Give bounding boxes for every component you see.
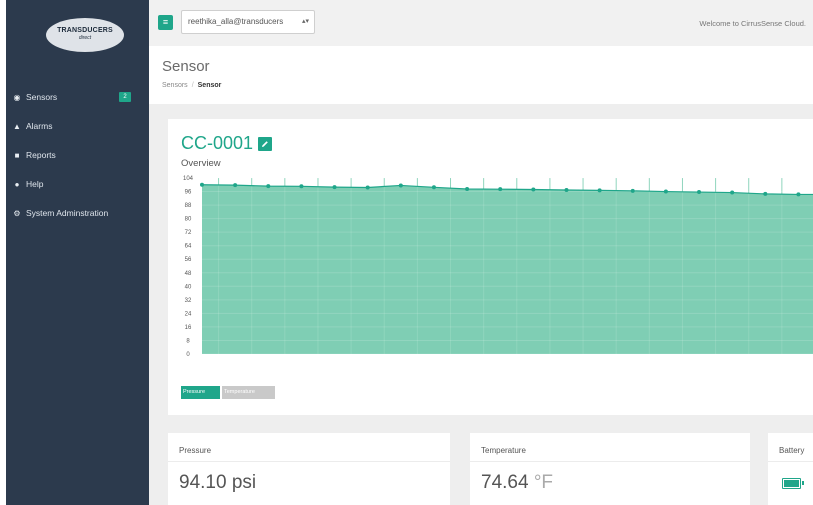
breadcrumb-current: Sensor: [197, 82, 222, 89]
temperature-unit: °F: [533, 472, 554, 493]
sensor-id-heading: CC-0001: [181, 133, 254, 153]
pressure-point: [299, 184, 304, 189]
sensors-count-badge: 2: [119, 92, 131, 102]
sidebar-item-sensors[interactable]: ◉ Sensors 2: [12, 88, 145, 106]
temperature-card: Temperature 74.64 °F: [470, 433, 750, 505]
select-arrows-icon: ▴▾: [301, 18, 309, 25]
sidebar-item-label: Alarms: [26, 121, 53, 131]
pressure-value: 94.10: [179, 472, 227, 493]
pressure-point: [630, 188, 635, 193]
divider: [768, 461, 813, 462]
sidebar: TRANSDUCERS direct ◉ Sensors 2 ▲ Alarms …: [6, 0, 149, 505]
pressure-reading: 94.10 psi: [179, 472, 256, 494]
y-tick-label: 0: [186, 352, 190, 358]
pressure-point: [266, 184, 271, 189]
pressure-chart: 0 8 16 24 32 40 48 56 64 72 80 88 96 104: [183, 176, 813, 358]
logo-brand: TRANSDUCERS: [57, 27, 113, 34]
y-tick-label: 48: [185, 271, 192, 277]
y-tick-label: 80: [185, 217, 192, 223]
edit-icon[interactable]: [258, 137, 272, 151]
y-tick-label: 96: [185, 190, 192, 196]
y-tick-label: 64: [185, 244, 192, 250]
legend-pressure-toggle[interactable]: Pressure: [181, 386, 220, 399]
top-bar: ≡ reethika_alla@transducers ▴▾ Welcome t…: [149, 0, 813, 46]
sidebar-item-help[interactable]: ● Help: [12, 175, 145, 193]
pressure-point: [763, 191, 768, 196]
breadcrumb-sensors-link[interactable]: Sensors: [162, 82, 188, 89]
divider: [168, 461, 450, 462]
account-select[interactable]: reethika_alla@transducers ▴▾: [181, 10, 315, 34]
battery-card-title: Battery: [779, 446, 805, 455]
temperature-card-title: Temperature: [481, 446, 526, 455]
pressure-point: [796, 192, 801, 197]
pressure-point: [663, 189, 668, 194]
y-tick-label: 104: [183, 176, 194, 182]
pressure-point: [730, 190, 735, 195]
legend-temperature-toggle[interactable]: Temperature: [222, 386, 275, 399]
pressure-point: [233, 183, 238, 188]
battery-tip: [802, 481, 804, 485]
pressure-point: [564, 188, 569, 193]
y-tick-label: 72: [185, 230, 192, 236]
pressure-unit: psi: [231, 472, 257, 493]
temperature-value: 74.64: [481, 472, 529, 493]
sidebar-item-alarms[interactable]: ▲ Alarms: [12, 117, 145, 135]
pressure-point: [498, 187, 503, 192]
hamburger-menu-button[interactable]: ≡: [158, 15, 173, 30]
battery-icon: [782, 478, 804, 489]
y-tick-label: 16: [185, 325, 192, 331]
pressure-point: [332, 185, 337, 190]
y-tick-label: 56: [185, 257, 192, 263]
help-icon: ●: [14, 179, 20, 189]
pressure-point: [365, 185, 370, 190]
gear-icon: ⚙: [13, 208, 21, 218]
pressure-point: [531, 187, 536, 192]
battery-card: Battery: [768, 433, 813, 505]
pressure-point: [398, 183, 403, 188]
sensors-icon: ◉: [13, 92, 21, 102]
sidebar-item-label: System Adminstration: [26, 208, 109, 218]
battery-fill: [784, 480, 799, 487]
divider: [470, 461, 750, 462]
pressure-card: Pressure 94.10 psi: [168, 433, 450, 505]
pressure-point: [597, 188, 602, 193]
hamburger-icon: ≡: [162, 17, 169, 27]
sidebar-item-label: Help: [26, 179, 44, 189]
y-tick-label: 8: [186, 338, 190, 344]
y-tick-label: 40: [185, 284, 192, 290]
sidebar-item-system-administration[interactable]: ⚙ System Adminstration: [12, 204, 145, 222]
transducers-direct-logo[interactable]: TRANSDUCERS direct: [46, 18, 124, 52]
y-tick-label: 88: [185, 203, 192, 209]
pressure-point: [431, 185, 436, 190]
sidebar-item-reports[interactable]: ■ Reports: [12, 146, 145, 164]
temperature-reading: 74.64 °F: [481, 472, 553, 494]
file-icon: ■: [14, 150, 20, 160]
breadcrumb: Sensors / Sensor: [162, 82, 221, 89]
logo-sub: direct: [78, 35, 92, 41]
pressure-point: [200, 182, 204, 187]
y-tick-label: 32: [185, 298, 192, 304]
pressure-card-title: Pressure: [179, 446, 212, 455]
account-select-value: reethika_alla@transducers: [188, 17, 284, 26]
sidebar-item-label: Sensors: [26, 92, 58, 102]
welcome-message: Welcome to CirrusSense Cloud.: [699, 19, 806, 28]
bell-icon: ▲: [13, 121, 21, 131]
pressure-point: [697, 190, 702, 195]
sidebar-item-label: Reports: [26, 150, 56, 160]
y-tick-label: 24: [185, 311, 192, 317]
pressure-point: [465, 187, 470, 191]
page-title: Sensor: [162, 58, 210, 75]
breadcrumb-separator: /: [191, 82, 194, 89]
chart-title: Overview: [181, 158, 221, 169]
pressure-area: [202, 184, 813, 354]
